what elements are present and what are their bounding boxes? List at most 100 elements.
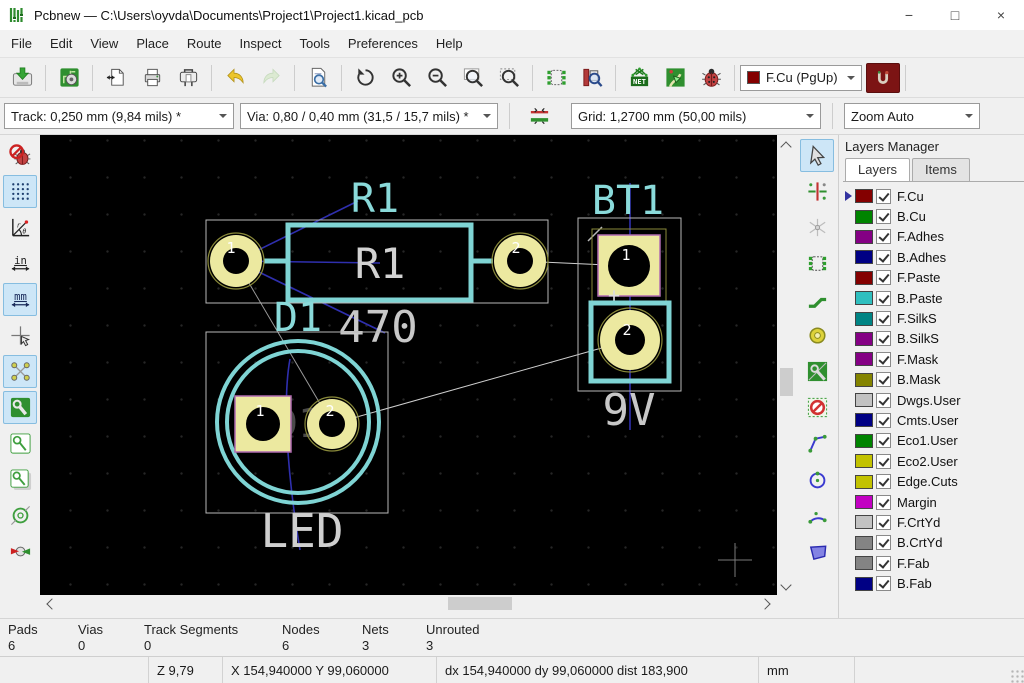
tab-items[interactable]: Items xyxy=(912,158,970,181)
layer-row-margin[interactable]: Margin xyxy=(845,492,1024,512)
units-inch-button[interactable]: in xyxy=(3,247,37,280)
layer-color-swatch[interactable] xyxy=(855,189,873,203)
zoom-selector[interactable]: Zoom Auto xyxy=(844,103,980,129)
layer-color-swatch[interactable] xyxy=(855,515,873,529)
close-button[interactable]: × xyxy=(978,0,1024,30)
horizontal-scrollbar[interactable] xyxy=(40,595,777,613)
highlight-net-button[interactable] xyxy=(800,175,834,208)
layer-visibility-checkbox[interactable] xyxy=(876,495,891,510)
pad-sketch-button[interactable] xyxy=(3,463,37,496)
layer-visibility-checkbox[interactable] xyxy=(876,474,891,489)
menu-inspect[interactable]: Inspect xyxy=(231,31,291,56)
layer-visibility-checkbox[interactable] xyxy=(876,556,891,571)
layer-visibility-checkbox[interactable] xyxy=(876,433,891,448)
zoom-out-button[interactable] xyxy=(419,62,455,94)
draw-circle-button[interactable] xyxy=(800,463,834,496)
page-settings-button[interactable] xyxy=(98,62,134,94)
layer-row-b-paste[interactable]: B.Paste xyxy=(845,288,1024,308)
scroll-left-icon[interactable] xyxy=(46,598,57,609)
grid-selector[interactable]: Grid: 1,2700 mm (50,00 mils) xyxy=(571,103,821,129)
via-sketch-button[interactable] xyxy=(3,499,37,532)
high-contrast-button[interactable] xyxy=(3,535,37,568)
find-button[interactable] xyxy=(300,62,336,94)
plot-button[interactable] xyxy=(170,62,206,94)
layer-row-f-silks[interactable]: F.SilkS xyxy=(845,308,1024,328)
layer-color-swatch[interactable] xyxy=(855,332,873,346)
menu-tools[interactable]: Tools xyxy=(290,31,338,56)
footprint-r1[interactable]: R1 R1 470 1 2 xyxy=(206,176,548,353)
ratsnest-visibility-button[interactable] xyxy=(3,355,37,388)
layer-color-swatch[interactable] xyxy=(855,210,873,224)
layer-color-swatch[interactable] xyxy=(855,413,873,427)
drc-button[interactable] xyxy=(693,62,729,94)
layer-row-b-cu[interactable]: B.Cu xyxy=(845,206,1024,226)
route-track-button[interactable] xyxy=(800,283,834,316)
layer-visibility-checkbox[interactable] xyxy=(876,209,891,224)
footprint-browser-button[interactable] xyxy=(574,62,610,94)
layer-visibility-checkbox[interactable] xyxy=(876,576,891,591)
layer-visibility-checkbox[interactable] xyxy=(876,372,891,387)
layer-row-f-mask[interactable]: F.Mask xyxy=(845,349,1024,369)
layer-visibility-checkbox[interactable] xyxy=(876,352,891,367)
layer-row-b-crtyd[interactable]: B.CrtYd xyxy=(845,533,1024,553)
layer-color-swatch[interactable] xyxy=(855,577,873,591)
layer-visibility-checkbox[interactable] xyxy=(876,311,891,326)
layer-color-swatch[interactable] xyxy=(855,393,873,407)
auto-track-width-button[interactable] xyxy=(521,100,557,132)
maximize-button[interactable]: □ xyxy=(932,0,978,30)
draw-polygon-button[interactable] xyxy=(800,535,834,568)
scroll-down-icon[interactable] xyxy=(780,579,791,590)
tab-layers[interactable]: Layers xyxy=(845,158,910,181)
layer-visibility-checkbox[interactable] xyxy=(876,250,891,265)
layer-visibility-checkbox[interactable] xyxy=(876,291,891,306)
add-via-button[interactable] xyxy=(800,319,834,352)
resize-grip[interactable] xyxy=(1010,669,1024,683)
layer-row-f-fab[interactable]: F.Fab xyxy=(845,553,1024,573)
scroll-up-icon[interactable] xyxy=(780,141,791,152)
layer-color-swatch[interactable] xyxy=(855,291,873,305)
footprint-editor-button[interactable] xyxy=(538,62,574,94)
cursor-shape-button[interactable] xyxy=(3,319,37,352)
layer-color-swatch[interactable] xyxy=(855,230,873,244)
layer-color-swatch[interactable] xyxy=(855,475,873,489)
units-mm-button[interactable]: mm xyxy=(3,283,37,316)
layer-visibility-checkbox[interactable] xyxy=(876,515,891,530)
layer-visibility-checkbox[interactable] xyxy=(876,454,891,469)
layer-color-swatch[interactable] xyxy=(855,454,873,468)
layer-color-swatch[interactable] xyxy=(855,271,873,285)
layer-visibility-checkbox[interactable] xyxy=(876,229,891,244)
track-sketch-button[interactable] xyxy=(3,427,37,460)
menu-place[interactable]: Place xyxy=(127,31,178,56)
layer-row-f-cu[interactable]: F.Cu xyxy=(845,186,1024,206)
layer-row-b-mask[interactable]: B.Mask xyxy=(845,370,1024,390)
select-button[interactable] xyxy=(800,139,834,172)
polar-coords-button[interactable]: rθ xyxy=(3,211,37,244)
layer-row-cmts-user[interactable]: Cmts.User xyxy=(845,410,1024,430)
layer-visibility-checkbox[interactable] xyxy=(876,331,891,346)
drc-off-button[interactable] xyxy=(3,139,37,172)
layer-color-swatch[interactable] xyxy=(855,495,873,509)
layer-color-swatch[interactable] xyxy=(855,536,873,550)
menu-route[interactable]: Route xyxy=(178,31,231,56)
layer-row-eco1-user[interactable]: Eco1.User xyxy=(845,431,1024,451)
layer-row-b-fab[interactable]: B.Fab xyxy=(845,573,1024,593)
zoom-in-button[interactable] xyxy=(383,62,419,94)
menu-file[interactable]: File xyxy=(2,31,41,56)
layer-row-f-paste[interactable]: F.Paste xyxy=(845,268,1024,288)
print-button[interactable] xyxy=(134,62,170,94)
layer-row-b-silks[interactable]: B.SilkS xyxy=(845,329,1024,349)
vertical-scrollbar[interactable] xyxy=(777,135,796,595)
layer-row-b-adhes[interactable]: B.Adhes xyxy=(845,247,1024,267)
menu-edit[interactable]: Edit xyxy=(41,31,81,56)
undo-button[interactable] xyxy=(217,62,253,94)
layer-color-swatch[interactable] xyxy=(855,250,873,264)
zoom-selection-button[interactable] xyxy=(491,62,527,94)
layer-visibility-checkbox[interactable] xyxy=(876,535,891,550)
track-width-selector[interactable]: Track: 0,250 mm (9,84 mils) * xyxy=(4,103,234,129)
redraw-button[interactable] xyxy=(347,62,383,94)
add-keepout-button[interactable] xyxy=(800,391,834,424)
active-layer-selector[interactable]: F.Cu (PgUp) xyxy=(740,65,862,91)
layer-color-swatch[interactable] xyxy=(855,373,873,387)
draw-line-button[interactable] xyxy=(800,427,834,460)
add-zone-button[interactable] xyxy=(800,355,834,388)
